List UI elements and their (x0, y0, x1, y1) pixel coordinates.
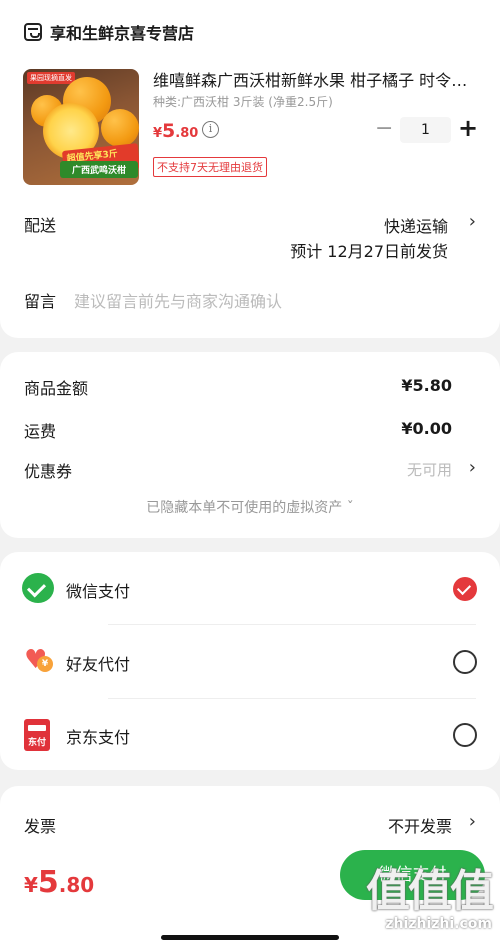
friend-pay-icon: ♥ ¥ (22, 645, 54, 675)
product-image-tag: 果园现摘直发 (27, 72, 75, 84)
price-symbol: ¥ (153, 126, 163, 141)
goods-amount-label: 商品金额 (24, 379, 89, 398)
quantity-decrease-button[interactable]: − (375, 117, 393, 141)
total-integer: 5 (37, 865, 59, 900)
total-symbol: ¥ (24, 873, 38, 897)
shop-icon (24, 23, 42, 41)
price-summary-card: 商品金额 ¥5.80 运费 ¥0.00 优惠券 无可用 › 已隐藏本单不可使用的… (0, 352, 500, 538)
shop-header[interactable]: 享和生鲜京喜专营店 (24, 20, 194, 44)
delivery-chevron-icon[interactable]: › (469, 211, 476, 232)
delivery-method[interactable]: 快递运输 (384, 213, 448, 237)
delivery-label: 配送 (24, 216, 57, 235)
payment-option-label: 微信支付 (66, 582, 131, 601)
home-indicator[interactable] (161, 935, 339, 940)
coupon-chevron-icon[interactable]: › (469, 457, 476, 478)
invoice-chevron-icon[interactable]: › (469, 811, 476, 832)
price-integer: 5 (162, 120, 176, 142)
total-price: ¥ 5 .80 (24, 865, 94, 900)
payment-option-jd[interactable]: 东付 京东支付 (0, 699, 500, 770)
product-price: ¥ 5 .80 (153, 120, 198, 142)
hidden-assets-toggle[interactable]: 已隐藏本单不可使用的虚拟资产 ˇ (0, 497, 500, 517)
payment-option-label: 好友代付 (66, 655, 131, 674)
goods-amount-value: ¥5.80 (401, 376, 452, 395)
payment-option-label: 京东支付 (66, 728, 131, 747)
product-spec[interactable]: 种类:广西沃柑 3斤装 (净重2.5斤) (153, 93, 333, 110)
shipping-fee-value: ¥0.00 (401, 419, 452, 438)
info-icon[interactable]: i (202, 121, 219, 138)
watermark-logo: 值值值 (366, 866, 494, 917)
product-image-origin: 广西武鸣沃柑 (60, 161, 138, 178)
coupon-label: 优惠券 (24, 462, 73, 481)
shop-name[interactable]: 享和生鲜京喜专营店 (50, 20, 194, 44)
shipping-fee-label: 运费 (24, 422, 57, 441)
jd-pay-icon: 东付 (24, 719, 50, 751)
total-decimal: .80 (58, 873, 95, 897)
delivery-eta: 预计 12月27日前发货 (290, 242, 448, 261)
refund-policy-badge: 不支持7天无理由退货 (153, 157, 267, 177)
quantity-input[interactable]: 1 (400, 117, 451, 143)
payment-option-friend[interactable]: ♥ ¥ 好友代付 (0, 625, 500, 698)
message-input[interactable]: 建议留言前先与商家沟通确认 (74, 288, 282, 312)
price-decimal: .80 (175, 126, 199, 141)
watermark-url: zhizhizhi.com (385, 916, 492, 932)
message-label: 留言 (24, 292, 57, 311)
product-title[interactable]: 维嘻鲜森广西沃柑新鲜水果 柑子橘子 时令当季生鲜 3斤装 (153, 67, 475, 91)
order-item-card: 享和生鲜京喜专营店 果园现摘直发 超值先享3斤 ¥5.8 广西武鸣沃柑 维嘻鲜森… (0, 0, 500, 338)
invoice-value[interactable]: 不开发票 (388, 813, 452, 837)
payment-methods-card: 微信支付 ♥ ¥ 好友代付 东付 京东支付 (0, 552, 500, 770)
quantity-increase-button[interactable]: + (457, 115, 479, 141)
payment-option-wechat[interactable]: 微信支付 (0, 552, 500, 624)
product-image[interactable]: 果园现摘直发 超值先享3斤 ¥5.8 广西武鸣沃柑 (23, 69, 139, 185)
radio-unchecked-icon[interactable] (453, 723, 477, 747)
coupon-value[interactable]: 无可用 (407, 459, 452, 480)
radio-unchecked-icon[interactable] (453, 650, 477, 674)
invoice-label: 发票 (24, 817, 57, 836)
orange-graphic (101, 109, 139, 147)
radio-checked-icon[interactable] (453, 577, 477, 601)
site-watermark: 值值值 zhizhizhi.com (366, 866, 494, 933)
wechat-pay-icon (22, 573, 54, 603)
